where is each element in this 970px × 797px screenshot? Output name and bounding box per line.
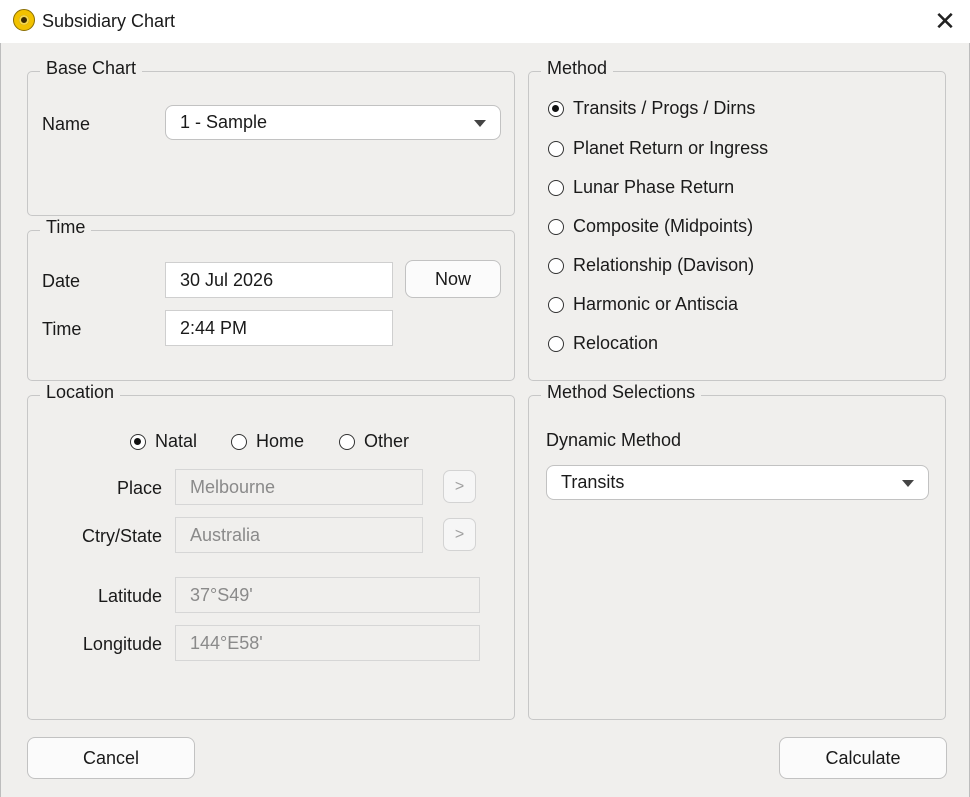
location-option-other[interactable]: Other: [339, 431, 409, 452]
longitude-field: 144°E58': [175, 625, 480, 661]
method-option-transits[interactable]: Transits / Progs / Dirns: [548, 98, 755, 119]
method-option-planet-return[interactable]: Planet Return or Ingress: [548, 138, 768, 159]
method-option-label: Planet Return or Ingress: [573, 138, 769, 158]
chevron-down-icon: [902, 479, 914, 487]
base-chart-name-dropdown[interactable]: 1 - Sample: [165, 105, 501, 140]
calculate-button[interactable]: Calculate: [779, 737, 947, 779]
method-option-label: Lunar Phase Return: [573, 177, 735, 197]
method-option-relationship[interactable]: Relationship (Davison): [548, 255, 754, 276]
radio-unselected-icon: [231, 433, 247, 450]
base-chart-legend: Base Chart: [40, 58, 143, 79]
dynamic-method-label: Dynamic Method: [546, 430, 682, 450]
location-option-label: Natal: [155, 431, 198, 451]
location-option-natal[interactable]: Natal: [130, 431, 197, 452]
place-lookup-button: >: [443, 470, 476, 503]
radio-unselected-icon: [548, 179, 564, 196]
method-group: Method Transits / Progs / Dirns Planet R…: [528, 58, 946, 381]
latitude-value: 37°S49': [190, 584, 253, 605]
method-option-relocation[interactable]: Relocation: [548, 333, 658, 354]
time-group: Time Date 30 Jul 2026 Now Time 2:44 PM: [27, 217, 515, 381]
name-label: Name: [42, 114, 91, 134]
location-option-label: Home: [256, 431, 305, 451]
place-label: Place: [116, 478, 162, 498]
country-field: Australia: [175, 517, 423, 553]
latitude-field: 37°S49': [175, 577, 480, 613]
location-option-home[interactable]: Home: [231, 431, 304, 452]
date-value: 30 Jul 2026: [180, 269, 274, 290]
method-selections-legend: Method Selections: [541, 382, 702, 403]
chevron-down-icon: [474, 119, 486, 127]
radio-selected-icon: [548, 100, 564, 117]
base-chart-group: Base Chart Name 1 - Sample: [27, 58, 515, 216]
time-field[interactable]: 2:44 PM: [165, 310, 393, 346]
dynamic-method-dropdown[interactable]: Transits: [546, 465, 929, 500]
time-legend: Time: [40, 217, 92, 238]
app-sun-icon: [13, 9, 35, 31]
radio-selected-icon: [130, 433, 146, 450]
country-lookup-button: >: [443, 518, 476, 551]
place-field: Melbourne: [175, 469, 423, 505]
cancel-button[interactable]: Cancel: [27, 737, 195, 779]
radio-unselected-icon: [548, 140, 564, 157]
radio-unselected-icon: [548, 218, 564, 235]
dynamic-method-value: Transits: [561, 472, 625, 492]
method-selections-group: Method Selections Dynamic Method Transit…: [528, 382, 946, 720]
radio-unselected-icon: [548, 296, 564, 313]
longitude-value: 144°E58': [190, 632, 263, 653]
window-title: Subsidiary Chart: [42, 11, 176, 31]
location-legend: Location: [40, 382, 121, 403]
method-option-label: Relocation: [573, 333, 659, 353]
radio-unselected-icon: [548, 257, 564, 274]
title-bar: Subsidiary Chart ✕: [0, 0, 970, 43]
method-option-lunar-phase[interactable]: Lunar Phase Return: [548, 177, 734, 198]
place-value: Melbourne: [190, 476, 276, 497]
method-option-label: Harmonic or Antiscia: [573, 294, 739, 314]
method-option-label: Relationship (Davison): [573, 255, 755, 275]
time-label: Time: [42, 319, 82, 339]
method-legend: Method: [541, 58, 614, 79]
date-label: Date: [42, 271, 81, 291]
radio-unselected-icon: [548, 335, 564, 352]
longitude-label: Longitude: [82, 634, 162, 654]
base-chart-name-value: 1 - Sample: [180, 112, 268, 132]
now-button[interactable]: Now: [405, 260, 501, 298]
time-value: 2:44 PM: [180, 317, 248, 338]
method-option-label: Composite (Midpoints): [573, 216, 754, 236]
location-group: Location Natal Home Other Place Melbourn…: [27, 382, 515, 720]
method-option-harmonic[interactable]: Harmonic or Antiscia: [548, 294, 738, 315]
method-option-label: Transits / Progs / Dirns: [573, 98, 756, 118]
radio-unselected-icon: [339, 433, 355, 450]
dialog-body: Base Chart Name 1 - Sample Time Date 30 …: [0, 43, 970, 797]
country-value: Australia: [190, 524, 261, 545]
country-label: Ctry/State: [81, 526, 162, 546]
close-icon[interactable]: ✕: [928, 6, 962, 36]
method-option-composite[interactable]: Composite (Midpoints): [548, 216, 753, 237]
date-field[interactable]: 30 Jul 2026: [165, 262, 393, 298]
latitude-label: Latitude: [97, 586, 162, 606]
location-option-label: Other: [364, 431, 410, 451]
